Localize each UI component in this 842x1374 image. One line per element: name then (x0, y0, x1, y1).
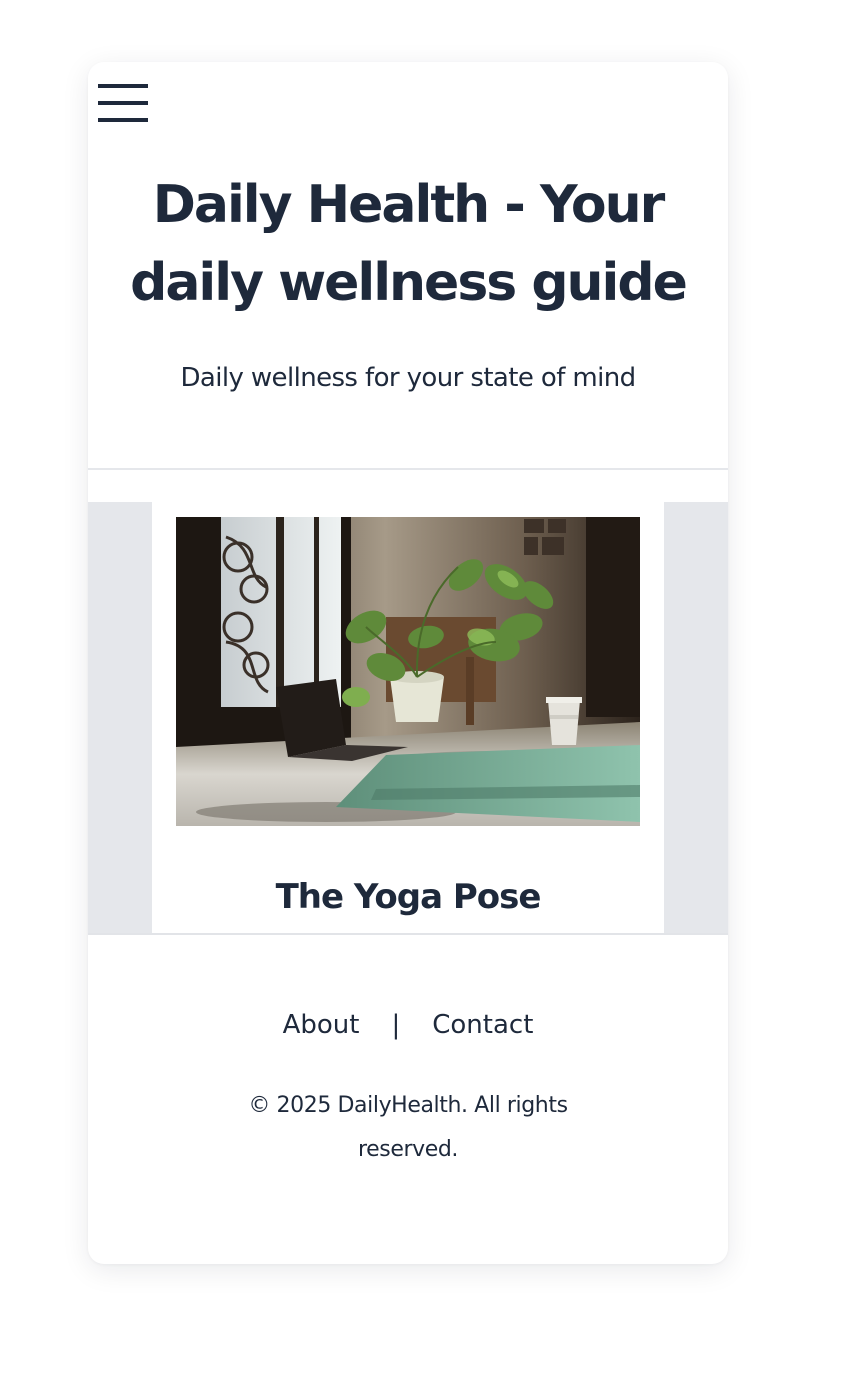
page-card: Daily Health - Your daily wellness guide… (88, 62, 728, 1264)
featured-post-card[interactable]: The Yoga Pose (152, 502, 664, 933)
featured-section: The Yoga Pose (88, 502, 728, 935)
site-title: Daily Health - Your daily wellness guide (130, 175, 688, 313)
featured-post-image[interactable] (176, 517, 640, 826)
menu-bar-middle (98, 101, 148, 105)
footer-link-contact[interactable]: Contact (432, 1010, 533, 1040)
footer-links: About | Contact (88, 1004, 728, 1046)
menu-bar-top (98, 84, 148, 88)
featured-post-title[interactable]: The Yoga Pose (152, 873, 664, 921)
hamburger-menu-icon[interactable] (98, 84, 148, 122)
footer-link-about[interactable]: About (283, 1010, 360, 1040)
footer-link-separator: | (391, 1010, 401, 1040)
menu-bar-bottom (98, 118, 148, 122)
site-tagline: Daily wellness for your state of mind (180, 363, 636, 393)
copyright-text: © 2025 DailyHealth. All rights reserved. (248, 1093, 568, 1162)
header-divider (88, 468, 728, 470)
